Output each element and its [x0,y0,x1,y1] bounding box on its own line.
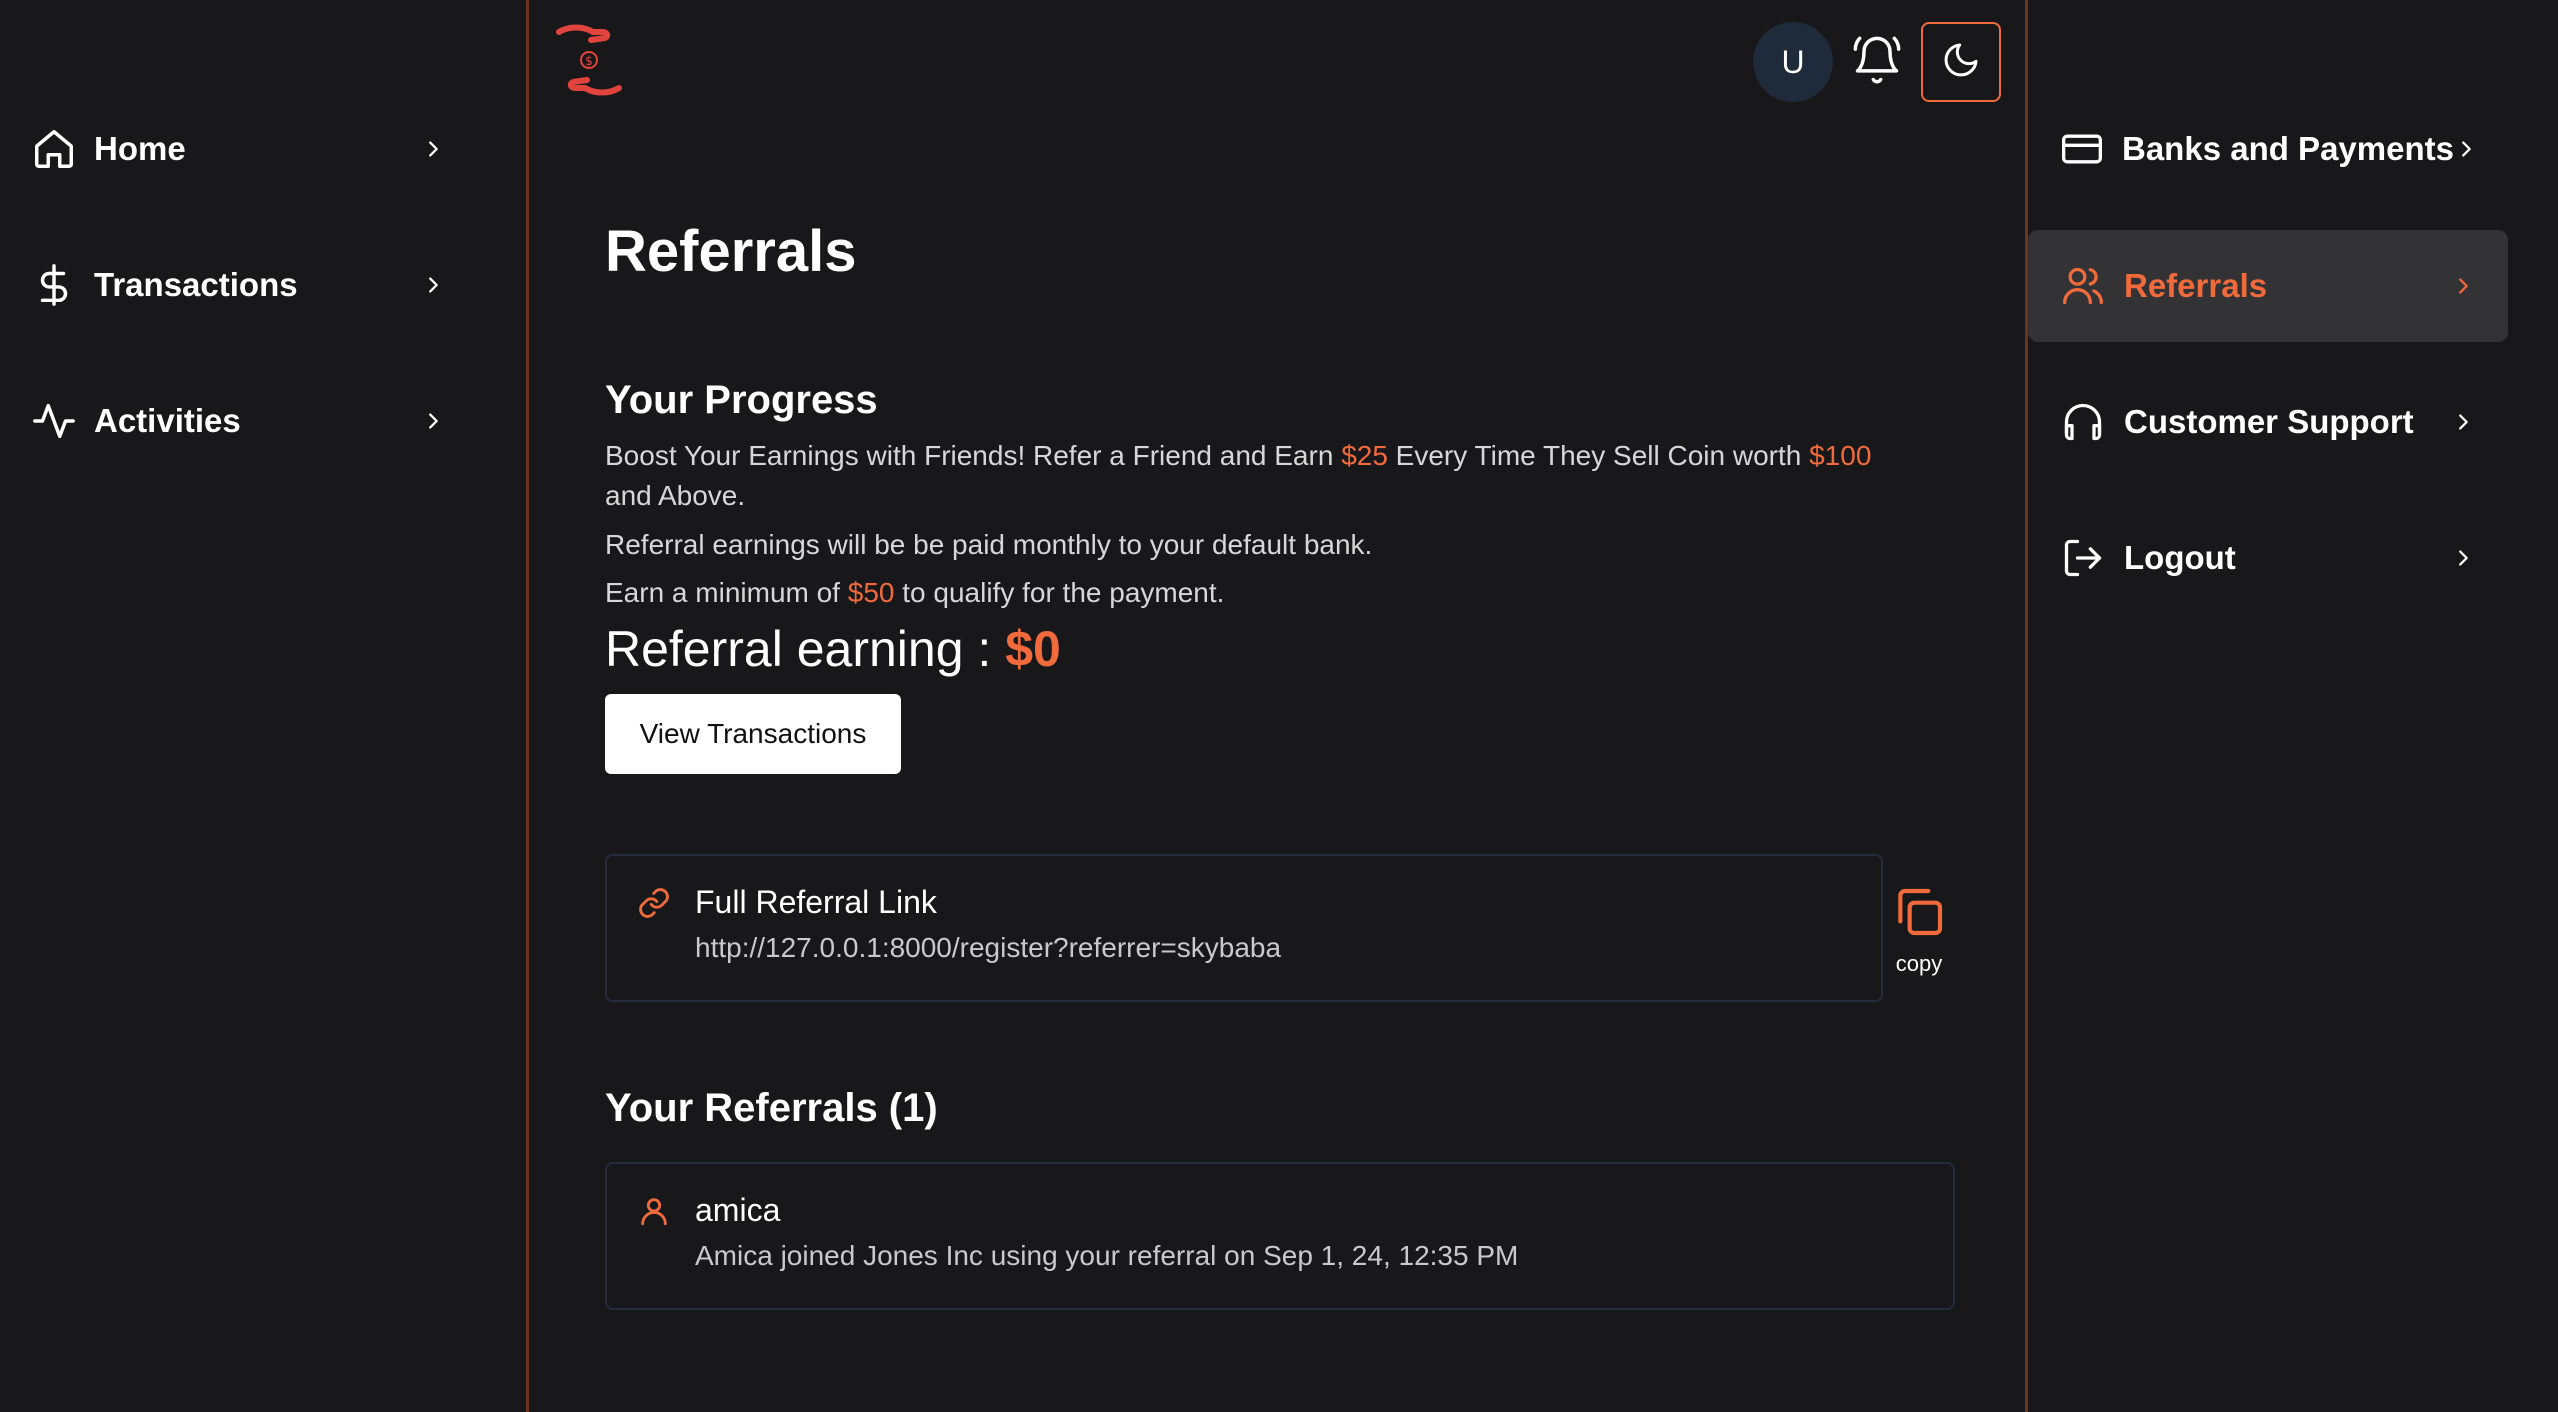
chevron-right-icon [2448,543,2478,573]
chevron-right-icon [418,270,448,300]
sidebar-item-label: Logout [2124,539,2236,576]
sidebar-item-home[interactable]: Home [28,109,448,189]
referral-link-url[interactable]: http://127.0.0.1:8000/register?referrer=… [695,932,1281,964]
page-title: Referrals [605,219,857,284]
sidebar-item-label: Activities [94,402,241,439]
sidebar-item-label: Customer Support [2124,403,2414,440]
chevron-right-icon [418,134,448,164]
credit-card-icon [2060,126,2104,172]
sidebar-item-banks-and-payments[interactable]: Banks and Payments [2028,93,2508,205]
progress-text: Earn a minimum of [605,577,848,608]
referral-link-title: Full Referral Link [695,884,937,920]
sidebar-item-label: Transactions [94,266,298,303]
reward-amount: $25 [1341,440,1388,471]
left-sidebar: Home Transactions Activities [0,0,526,1412]
progress-text: and Above. [605,480,746,511]
user-icon [637,1194,675,1232]
progress-text: to qualify for the payment. [894,577,1225,608]
link-icon [637,886,675,924]
referrals-list-title: Your Referrals (1) [605,1086,938,1130]
sidebar-item-referrals[interactable]: Referrals [2028,230,2508,342]
copy-label: copy [1895,951,1943,976]
chevron-right-icon [418,406,448,436]
logout-icon [2060,535,2106,581]
referral-earning: Referral earning : $0 [605,620,1061,678]
progress-title: Your Progress [605,378,878,422]
chevron-right-icon [2448,271,2478,301]
users-icon [2060,263,2106,309]
main-content: $ U Referrals Your Progress Boost Your E… [526,0,2028,1412]
view-transactions-button[interactable]: View Transactions [605,694,901,774]
chevron-right-icon [2448,407,2478,437]
theme-toggle-button[interactable] [1921,22,2001,102]
moon-icon [1941,40,1981,85]
activity-icon [28,395,80,447]
progress-text: Every Time They Sell Coin worth [1387,440,1810,471]
earning-label: Referral earning : [605,621,1006,677]
list-item: amica Amica joined Jones Inc using your … [605,1162,1955,1310]
avatar-initial: U [1781,43,1805,80]
progress-text: Boost Your Earnings with Friends! Refer … [605,440,1342,471]
hands-coin-logo[interactable]: $ [551,22,627,98]
headphones-icon [2060,399,2106,445]
referral-detail: Amica joined Jones Inc using your referr… [695,1240,1519,1271]
minimum-payout-text: Earn a minimum of $50 to qualify for the… [605,573,1224,613]
sidebar-item-label: Referrals [2124,267,2268,304]
referral-link-card: Full Referral Link http://127.0.0.1:8000… [605,854,1883,1002]
earning-value: $0 [1005,621,1061,677]
sidebar-item-transactions[interactable]: Transactions [28,245,448,325]
sidebar-item-logout[interactable]: Logout [2028,502,2508,614]
sidebar-item-label: Banks and Payments [2122,130,2454,167]
copy-link-button[interactable]: copy [1887,884,1951,976]
referral-name: amica [695,1192,781,1228]
bell-icon [1851,34,1903,91]
svg-text:$: $ [585,54,593,68]
right-sidebar: Banks and Payments Referrals Customer Su… [2028,0,2558,1412]
progress-description: Boost Your Earnings with Friends! Refer … [605,436,1955,516]
minimum-amount: $50 [847,577,895,608]
home-icon [28,123,80,175]
app: Home Transactions Activities $ U Referra… [0,0,2558,1412]
header-actions: U [1753,22,2001,102]
sidebar-item-customer-support[interactable]: Customer Support [2028,366,2508,478]
copy-icon [1891,884,1947,945]
sidebar-item-label: Home [94,130,186,167]
notifications-button[interactable] [1837,22,1917,102]
threshold-amount: $100 [1809,440,1872,471]
chevron-right-icon [2454,134,2478,164]
sidebar-item-activities[interactable]: Activities [28,381,448,461]
dollar-icon [28,259,80,311]
avatar[interactable]: U [1753,22,1833,102]
payment-schedule-text: Referral earnings will be be paid monthl… [605,529,1373,560]
